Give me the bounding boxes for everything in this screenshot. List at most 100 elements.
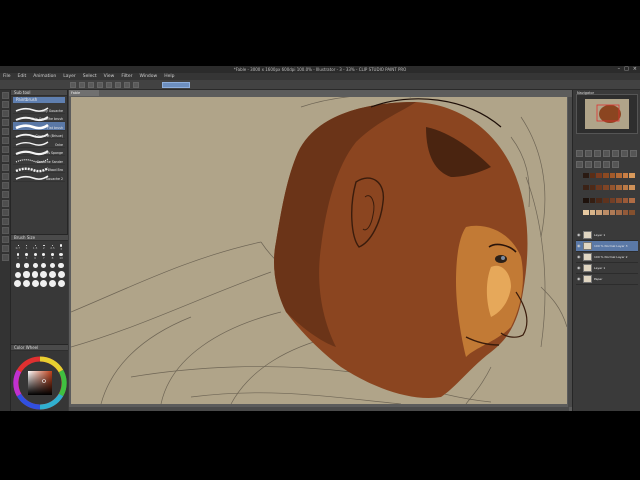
move-tool-icon[interactable] — [1, 101, 9, 108]
layer-clip-icon[interactable] — [603, 150, 610, 157]
layer-row[interactable]: ◉ 100 % Normal Layer 3 — [576, 241, 638, 252]
brush-size-option[interactable]: 10 — [57, 253, 65, 260]
brush-size-option[interactable] — [49, 262, 57, 269]
menu-edit[interactable]: Edit — [18, 74, 27, 79]
layer-blend-icon[interactable] — [612, 161, 619, 168]
layer-ref-icon[interactable] — [621, 150, 628, 157]
brush-size-option[interactable]: 8 — [49, 253, 57, 260]
brush-tool-icon[interactable] — [1, 146, 9, 153]
brush-item[interactable]: Flat brush — [13, 122, 65, 131]
layer-row[interactable]: ◉ Layer 1 — [576, 263, 638, 274]
airbrush-tool-icon[interactable] — [1, 155, 9, 162]
brush-size-option[interactable] — [57, 262, 65, 269]
color-wheel[interactable] — [11, 351, 68, 411]
color-swatch[interactable] — [616, 185, 622, 191]
brush-size-option[interactable] — [14, 271, 22, 278]
blend-tool-icon[interactable] — [1, 182, 9, 189]
menu-view[interactable]: View — [104, 74, 115, 79]
layer-folder-icon[interactable] — [585, 150, 592, 157]
color-swatch[interactable] — [609, 185, 616, 191]
fill-icon[interactable] — [124, 81, 130, 88]
layer-draft-icon[interactable] — [630, 150, 637, 157]
fill-tool-icon[interactable] — [1, 191, 9, 198]
color-swatch[interactable] — [596, 197, 602, 203]
color-swatch[interactable] — [622, 209, 629, 215]
color-swatch[interactable] — [602, 185, 609, 191]
brush-size-option[interactable]: 6 — [31, 253, 39, 260]
subtool-group-tab[interactable]: Paintbrush — [13, 97, 65, 103]
color-swatch[interactable] — [583, 185, 589, 191]
color-swatch[interactable] — [583, 173, 589, 178]
menu-window[interactable]: Window — [139, 74, 157, 79]
color-swatch[interactable] — [629, 197, 635, 203]
correct-line-tool-icon[interactable] — [1, 254, 9, 261]
gradient-tool-icon[interactable] — [1, 200, 9, 207]
brush-item[interactable]: Gouache Sander — [13, 156, 65, 165]
menu-file[interactable]: File — [3, 74, 11, 79]
clear-icon[interactable] — [115, 81, 121, 88]
maximize-button[interactable]: □ — [624, 67, 629, 72]
close-button[interactable]: × — [633, 67, 637, 72]
menu-help[interactable]: Help — [164, 74, 174, 79]
color-swatch[interactable] — [583, 209, 589, 215]
color-swatch[interactable] — [616, 209, 622, 215]
pen-tool-icon[interactable] — [1, 128, 9, 135]
brush-item[interactable]: Gouache 2 — [13, 173, 65, 182]
eye-icon[interactable]: ◉ — [577, 244, 581, 248]
brush-size-option[interactable]: 7 — [40, 253, 48, 260]
color-swatch[interactable] — [596, 209, 602, 215]
brush-size-option[interactable] — [31, 262, 39, 269]
navigator-panel[interactable]: Navigator — [576, 91, 638, 134]
color-swatch[interactable] — [589, 173, 596, 178]
color-swatch[interactable] — [602, 209, 609, 215]
text-tool-icon[interactable] — [1, 236, 9, 243]
brush-size-option[interactable] — [40, 262, 48, 269]
color-swatch[interactable] — [616, 197, 622, 203]
brush-size-option[interactable] — [40, 271, 48, 278]
layer-delete-icon[interactable] — [594, 161, 601, 168]
color-swatch[interactable] — [629, 173, 635, 178]
color-swatch[interactable] — [629, 209, 635, 215]
painting-canvas[interactable] — [71, 97, 567, 404]
eye-icon[interactable]: ◉ — [577, 255, 581, 259]
brush-item[interactable]: Thin Gouache brush — [13, 114, 65, 122]
canvas-area[interactable]: Fable — [69, 90, 572, 411]
brush-size-option[interactable] — [22, 280, 31, 287]
layer-merge-icon[interactable] — [576, 161, 583, 168]
color-swatch[interactable] — [589, 197, 596, 203]
layer-lock-icon[interactable] — [612, 150, 619, 157]
horizontal-scrollbar[interactable] — [69, 407, 569, 411]
brush-size-option[interactable]: 2.5 — [49, 244, 57, 251]
color-swatch[interactable] — [596, 185, 602, 191]
brush-size-option[interactable]: 3 — [57, 244, 65, 251]
brush-size-option[interactable] — [48, 271, 57, 278]
eye-icon[interactable]: ◉ — [577, 277, 581, 281]
layer-color-icon[interactable] — [603, 161, 610, 168]
new-icon[interactable] — [70, 81, 76, 88]
brush-item[interactable]: Dry Gouache — [13, 105, 65, 114]
pencil-tool-icon[interactable] — [1, 137, 9, 144]
layer-row[interactable]: ◉ Paper — [576, 274, 638, 285]
color-swatch[interactable] — [609, 173, 616, 178]
color-swatch[interactable] — [602, 173, 609, 178]
brush-item[interactable]: Gouache (Brisue) — [13, 131, 65, 139]
brush-size-option[interactable] — [14, 280, 22, 287]
select-tool-icon[interactable] — [1, 110, 9, 117]
minimize-button[interactable]: – — [618, 67, 621, 72]
brush-size-option[interactable] — [23, 262, 31, 269]
brush-item[interactable]: Wood Bra — [13, 165, 65, 173]
color-swatch[interactable] — [596, 173, 602, 178]
layer-copy-icon[interactable] — [585, 161, 592, 168]
menu-select[interactable]: Select — [83, 74, 97, 79]
zoom-tool-icon[interactable] — [1, 92, 9, 99]
decoration-tool-icon[interactable] — [1, 164, 9, 171]
brush-size-option[interactable] — [23, 271, 31, 278]
layer-row[interactable]: ◉ Layer 1 — [576, 230, 638, 241]
color-swatch[interactable] — [589, 209, 596, 215]
open-icon[interactable] — [79, 81, 85, 88]
brush-size-option[interactable]: 4 — [14, 253, 22, 260]
color-swatch[interactable] — [589, 185, 596, 191]
color-swatch[interactable] — [622, 185, 629, 191]
eye-icon[interactable]: ◉ — [577, 266, 581, 270]
menu-filter[interactable]: Filter — [121, 74, 132, 79]
